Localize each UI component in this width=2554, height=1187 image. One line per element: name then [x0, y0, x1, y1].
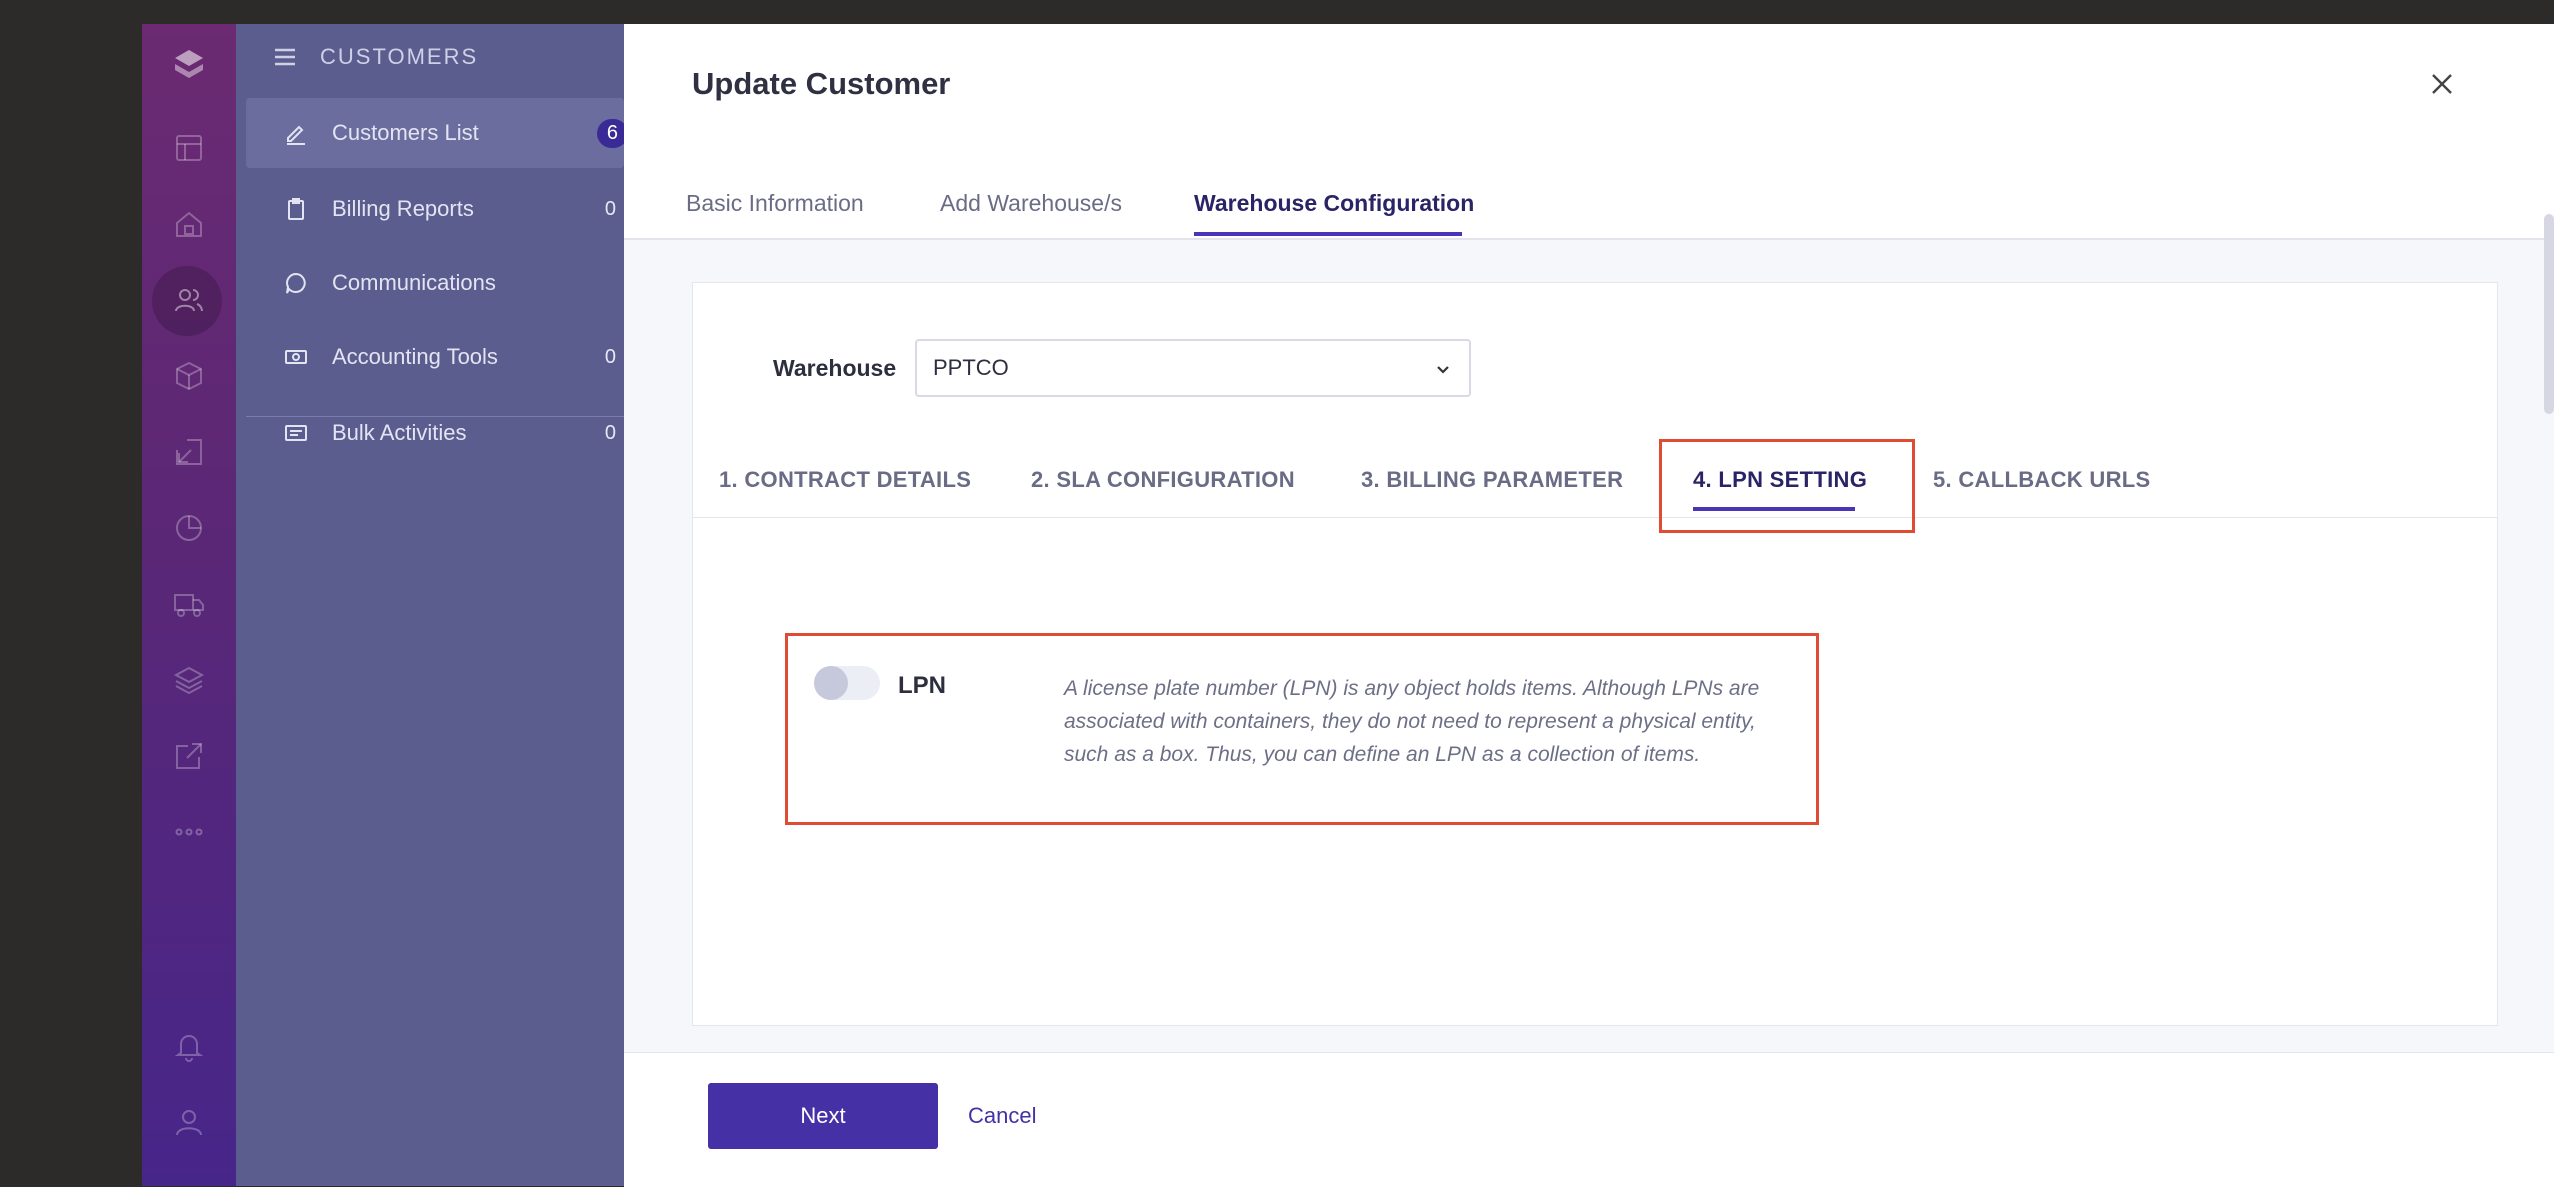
sidebar-item-bulk-activities[interactable]: Bulk Activities 0	[246, 398, 624, 468]
app-logo-icon[interactable]	[142, 34, 236, 94]
scrollbar[interactable]	[2544, 214, 2554, 414]
next-button[interactable]: Next	[708, 1083, 938, 1149]
lpn-description: A license plate number (LPN) is any obje…	[1064, 677, 1760, 766]
sidebar-item-customers-list[interactable]: Customers List 6	[246, 98, 628, 168]
sidebar-title: CUSTOMERS	[320, 44, 479, 69]
reports-pie-icon[interactable]	[142, 498, 236, 558]
count-badge: 0	[604, 345, 616, 368]
modal-title: Update Customer	[692, 66, 951, 101]
layers-icon[interactable]	[142, 650, 236, 710]
home-icon[interactable]	[142, 194, 236, 254]
hamburger-menu-icon[interactable]	[272, 44, 298, 70]
active-tab-underline	[1194, 232, 1462, 236]
cancel-button[interactable]: Cancel	[968, 1103, 1036, 1129]
sidebar-item-billing-reports[interactable]: Billing Reports 0	[246, 174, 624, 244]
warehouse-select-value: PPTCO	[933, 355, 1009, 380]
modal-footer: Next Cancel	[624, 1052, 2554, 1187]
chevron-down-icon	[1437, 366, 1449, 374]
customers-icon[interactable]	[142, 266, 236, 336]
money-icon	[284, 345, 308, 369]
top-strip	[0, 0, 2554, 24]
close-icon[interactable]	[2428, 70, 2456, 98]
tab-add-warehouses[interactable]: Add Warehouse/s	[940, 190, 1122, 217]
warehouse-config-panel: Warehouse PPTCO 1. CONTRACT DETAILS 2. S…	[692, 282, 2498, 1026]
sidebar-item-label: Billing Reports	[332, 196, 474, 221]
count-badge: 0	[604, 421, 616, 444]
count-badge: 0	[604, 197, 616, 220]
user-profile-icon[interactable]	[142, 1092, 236, 1152]
lpn-toggle[interactable]	[814, 666, 880, 700]
warehouse-select[interactable]: PPTCO	[915, 339, 1471, 397]
subtab-contract-details[interactable]: 1. CONTRACT DETAILS	[719, 467, 971, 493]
sidebar-item-label: Communications	[332, 270, 496, 295]
update-customer-modal: Update Customer Basic Information Add Wa…	[624, 24, 2554, 1187]
truck-icon[interactable]	[142, 574, 236, 634]
more-icon[interactable]	[142, 802, 236, 862]
desktop-margin	[0, 24, 142, 1186]
tab-warehouse-configuration[interactable]: Warehouse Configuration	[1194, 190, 1474, 217]
edit-pencil-icon	[284, 121, 308, 145]
lpn-label: LPN	[898, 672, 946, 699]
sidebar-item-accounting-tools[interactable]: Accounting Tools 0	[246, 322, 624, 392]
box-icon[interactable]	[142, 346, 236, 406]
subtab-divider	[693, 517, 2497, 518]
warehouse-label: Warehouse	[773, 355, 897, 381]
tab-basic-information[interactable]: Basic Information	[686, 190, 864, 217]
subtab-callback-urls[interactable]: 5. CALLBACK URLS	[1933, 467, 2150, 493]
toggle-knob	[814, 666, 848, 700]
highlight-box-lpn-tab	[1659, 439, 1915, 533]
layout-icon[interactable]	[142, 118, 236, 178]
sidebar-item-label: Bulk Activities	[332, 420, 467, 445]
sidebar-header: CUSTOMERS	[272, 44, 478, 70]
subtab-billing-parameter[interactable]: 3. BILLING PARAMETER	[1361, 467, 1623, 493]
sidebar-item-label: Customers List	[332, 120, 479, 145]
customers-sidebar: CUSTOMERS Customers List 6 Billing Repor…	[236, 24, 628, 1186]
modal-tabs: Basic Information Add Warehouse/s Wareho…	[624, 142, 2554, 240]
sidebar-item-label: Accounting Tools	[332, 344, 498, 369]
sidebar-item-communications[interactable]: Communications	[246, 248, 624, 318]
subtab-sla-configuration[interactable]: 2. SLA CONFIGURATION	[1031, 467, 1295, 493]
icon-rail	[142, 24, 236, 1186]
modal-header: Update Customer	[624, 24, 2554, 143]
clipboard-icon	[284, 197, 308, 221]
external-link-icon[interactable]	[142, 726, 236, 786]
inbound-icon[interactable]	[142, 422, 236, 482]
bell-icon[interactable]	[142, 1016, 236, 1076]
list-card-icon	[284, 421, 308, 445]
lpn-setting-highlight: LPN A license plate number (LPN) is any …	[785, 633, 1819, 825]
app-window: CUSTOMERS Customers List 6 Billing Repor…	[0, 0, 2554, 1187]
chat-bubble-icon	[284, 271, 308, 295]
